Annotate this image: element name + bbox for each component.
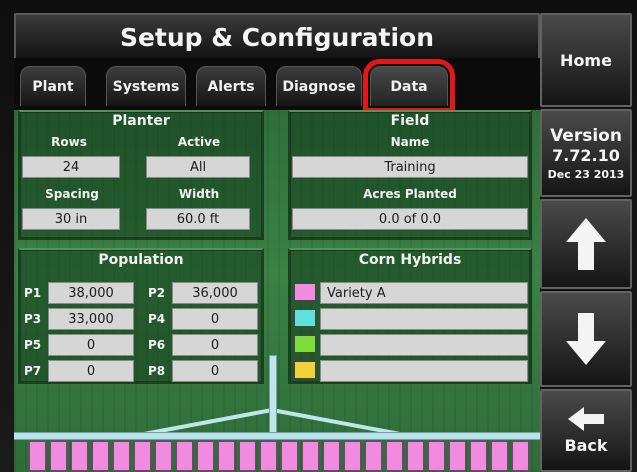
row-unit	[386, 441, 403, 471]
arrow-left-icon	[568, 407, 604, 431]
version-label: Version	[550, 125, 622, 146]
row-unit	[134, 441, 151, 471]
arrow-down-icon	[566, 313, 606, 365]
row-unit	[50, 441, 67, 471]
row-unit	[470, 441, 487, 471]
planter-monitor-screen: Setup & Configuration Plant Systems Aler…	[0, 0, 637, 472]
home-button[interactable]: Home	[540, 13, 632, 107]
planter-row-units	[29, 441, 529, 471]
row-unit	[176, 441, 193, 471]
tab-diagnose[interactable]: Diagnose	[276, 66, 362, 106]
row-unit	[407, 441, 424, 471]
version-info: Version 7.72.10 Dec 23 2013	[540, 109, 632, 197]
planter-hitch-stem	[269, 355, 277, 437]
back-button[interactable]: Back	[540, 389, 632, 472]
arrow-up-icon	[566, 218, 606, 270]
scroll-down-button[interactable]	[540, 291, 632, 387]
right-sidebar: Home Version 7.72.10 Dec 23 2013 Back	[540, 13, 632, 472]
tab-bar: Plant Systems Alerts Diagnose Data	[14, 58, 540, 113]
row-unit	[29, 441, 46, 471]
row-unit	[71, 441, 88, 471]
row-unit	[512, 441, 529, 471]
row-unit	[260, 441, 277, 471]
setup-content-area: Planter Rows Active 24 All Spacing Width…	[14, 110, 540, 472]
row-unit	[302, 441, 319, 471]
row-unit	[491, 441, 508, 471]
row-unit	[197, 441, 214, 471]
row-unit	[239, 441, 256, 471]
version-date: Dec 23 2013	[547, 167, 625, 181]
row-unit	[281, 441, 298, 471]
tab-alerts[interactable]: Alerts	[196, 66, 266, 106]
back-button-label: Back	[564, 436, 608, 455]
row-unit	[218, 441, 235, 471]
page-title: Setup & Configuration	[14, 13, 540, 61]
row-unit	[449, 441, 466, 471]
row-unit	[92, 441, 109, 471]
row-unit	[113, 441, 130, 471]
scroll-up-button[interactable]	[540, 199, 632, 289]
tab-data[interactable]: Data	[363, 59, 455, 113]
planter-toolbar-beam	[14, 432, 540, 440]
planter-hitch-graphic	[143, 408, 401, 436]
home-button-label: Home	[560, 50, 612, 70]
version-number: 7.72.10	[552, 145, 620, 165]
row-unit	[155, 441, 172, 471]
row-unit	[428, 441, 445, 471]
tab-systems[interactable]: Systems	[106, 66, 186, 106]
row-unit	[344, 441, 361, 471]
row-unit	[365, 441, 382, 471]
tab-plant[interactable]: Plant	[20, 66, 86, 106]
row-unit	[323, 441, 340, 471]
